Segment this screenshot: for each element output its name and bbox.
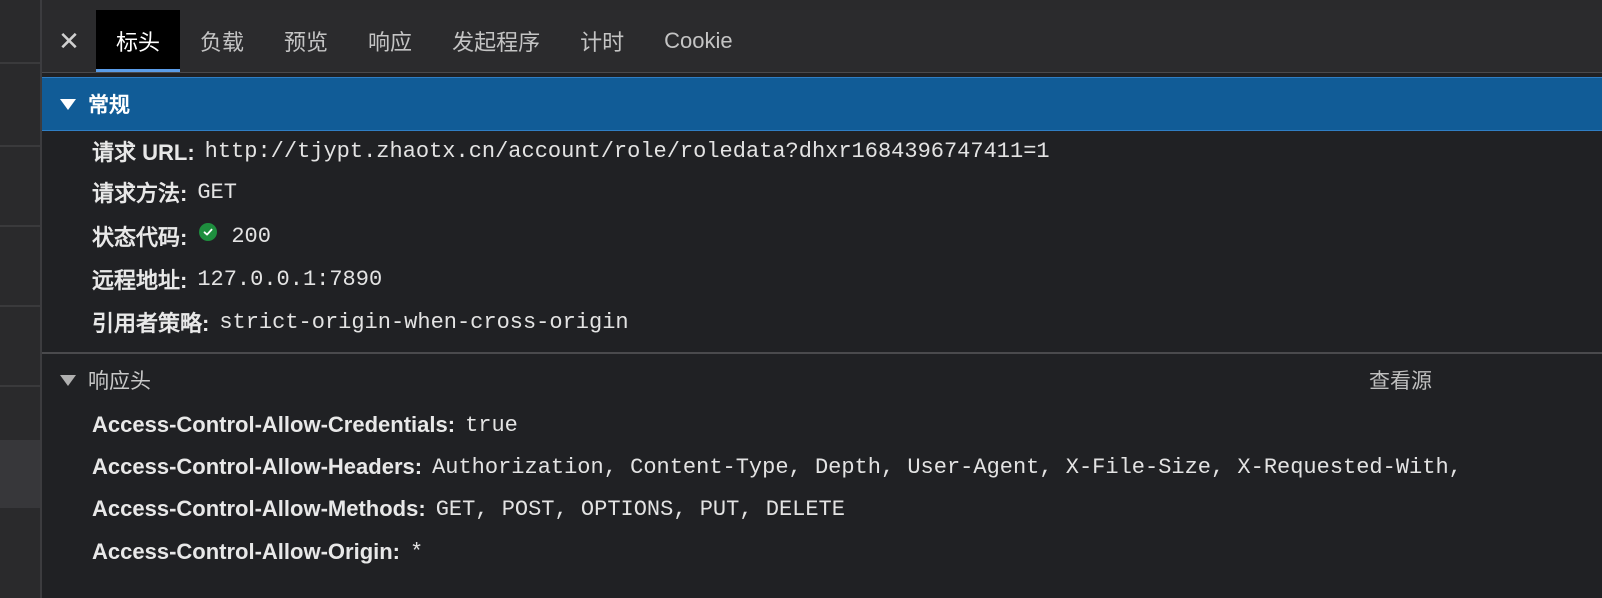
row-value[interactable]: Authorization, Content-Type, Depth, User… (432, 455, 1462, 480)
collapse-triangle-icon (60, 374, 76, 386)
row-key: 状态代码: (92, 225, 188, 250)
list-divider (0, 62, 40, 64)
response-headers-section-header[interactable]: 响应头 查看源 (42, 352, 1602, 406)
status-code-row: 状态代码: 200 (92, 221, 271, 251)
tab-cookies[interactable]: Cookie (644, 10, 752, 72)
row-key: 引用者策略: (92, 311, 210, 336)
tab-label: 负载 (200, 30, 245, 55)
row-key: Access-Control-Allow-Methods: (92, 496, 426, 521)
tab-response[interactable]: 响应 (348, 10, 432, 72)
tab-label: 发起程序 (452, 30, 541, 55)
request-list-strip[interactable] (0, 0, 42, 598)
row-key: 远程地址: (92, 268, 188, 293)
list-divider (0, 145, 40, 147)
tab-label: 标头 (116, 30, 161, 55)
row-value[interactable]: * (410, 540, 423, 565)
close-icon[interactable]: ✕ (42, 10, 96, 72)
section-title: 响应头 (88, 370, 151, 393)
list-divider (0, 305, 40, 307)
remote-address-row: 远程地址: 127.0.0.1:7890 (92, 264, 382, 294)
remote-address-value[interactable]: 127.0.0.1:7890 (197, 267, 382, 292)
request-method-value[interactable]: GET (197, 180, 237, 205)
list-divider (0, 225, 40, 227)
row-key: Access-Control-Allow-Origin: (92, 539, 401, 564)
status-code-value[interactable]: 200 (231, 224, 271, 249)
tab-preview[interactable]: 预览 (264, 10, 348, 72)
row-key: 请求方法: (92, 181, 188, 206)
row-key: 请求 URL: (92, 140, 195, 165)
response-header-row: Access-Control-Allow-Headers: Authorizat… (92, 452, 1462, 482)
response-header-row: Access-Control-Allow-Credentials: true (92, 410, 518, 440)
view-source-link[interactable]: 查看源 (1369, 365, 1432, 395)
tab-payload[interactable]: 负载 (180, 10, 264, 72)
check-circle-icon (199, 223, 218, 241)
row-key: Access-Control-Allow-Headers: (92, 454, 423, 479)
referrer-policy-row: 引用者策略: strict-origin-when-cross-origin (92, 307, 629, 337)
row-value[interactable]: true (465, 413, 518, 438)
response-header-row: Access-Control-Allow-Origin: * (92, 537, 423, 567)
response-header-row: Access-Control-Allow-Methods: GET, POST,… (92, 494, 845, 524)
tab-label: 响应 (368, 30, 413, 55)
referrer-policy-value[interactable]: strict-origin-when-cross-origin (219, 310, 628, 335)
selected-request-row[interactable] (0, 440, 40, 508)
details-tabbar: ✕ 标头 负载 预览 响应 发起程序 计时 Cookie (42, 10, 1602, 73)
details-pane: ✕ 标头 负载 预览 响应 发起程序 计时 Cookie 常规 请求 URL: … (42, 0, 1602, 598)
tab-timing[interactable]: 计时 (560, 10, 644, 72)
devtools-network-panel: ✕ 标头 负载 预览 响应 发起程序 计时 Cookie 常规 请求 URL: … (0, 0, 1602, 598)
request-url-row: 请求 URL: http://tjypt.zhaotx.cn/account/r… (92, 136, 1050, 166)
collapse-triangle-icon (60, 98, 76, 110)
row-key: Access-Control-Allow-Credentials: (92, 412, 456, 437)
tab-label: 预览 (284, 30, 329, 55)
tab-initiator[interactable]: 发起程序 (432, 10, 560, 72)
row-value[interactable]: GET, POST, OPTIONS, PUT, DELETE (436, 497, 845, 522)
list-divider (0, 385, 40, 387)
tab-label: Cookie (664, 28, 733, 53)
section-title: 常规 (88, 94, 130, 117)
tab-label: 计时 (580, 30, 625, 55)
request-url-value[interactable]: http://tjypt.zhaotx.cn/account/role/role… (205, 139, 1050, 164)
general-section-header[interactable]: 常规 (42, 77, 1602, 131)
request-method-row: 请求方法: GET (92, 177, 237, 207)
tab-headers[interactable]: 标头 (96, 10, 181, 72)
